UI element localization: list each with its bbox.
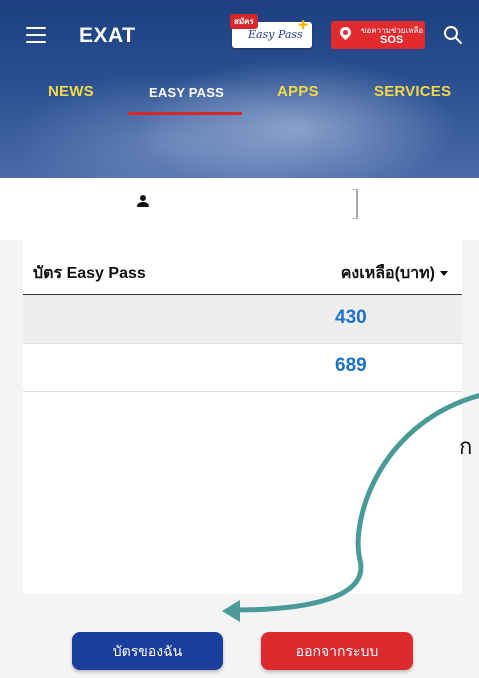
brand-title: EXAT [79, 24, 136, 47]
tab-services[interactable]: SERVICES [374, 83, 451, 100]
person-icon[interactable] [136, 194, 150, 208]
column-balance-label: คงเหลือ(บาท) [340, 265, 435, 282]
active-tab-indicator [128, 112, 242, 115]
table-row[interactable]: 689 [23, 343, 462, 392]
top-bar: EXAT สมัคร Easy Pass ✚ ขอความช่วยเหลือ S… [0, 0, 479, 70]
menu-icon[interactable] [26, 27, 46, 43]
sort-caret-icon [440, 271, 448, 277]
main-nav: NEWS EASY PASS APPS SERVICES [0, 70, 479, 120]
logout-button[interactable]: ออกจากระบบ [261, 632, 413, 670]
balance-value: 430 [335, 307, 367, 328]
easy-pass-logo[interactable]: สมัคร Easy Pass ✚ [230, 14, 312, 48]
tab-news[interactable]: NEWS [48, 83, 94, 100]
sos-label: SOS [380, 34, 404, 46]
easy-pass-logo-text: Easy Pass [248, 28, 303, 41]
scroll-indicator [352, 189, 358, 219]
edge-text: ก [459, 434, 473, 459]
search-icon[interactable] [443, 25, 463, 45]
register-badge: สมัคร [230, 14, 258, 29]
star-icon: ✚ [297, 18, 308, 32]
column-balance[interactable]: คงเหลือ(บาท) [341, 261, 448, 286]
easy-pass-table: บัตร Easy Pass คงเหลือ(บาท) 430 689 [23, 240, 462, 594]
balance-value: 689 [335, 355, 367, 376]
sub-tab-strip [0, 178, 479, 240]
location-pin-icon [337, 24, 354, 41]
tab-easy-pass[interactable]: EASY PASS [149, 85, 224, 100]
column-card: บัตร Easy Pass [33, 265, 146, 282]
tab-apps[interactable]: APPS [277, 83, 319, 100]
my-cards-button[interactable]: บัตรของฉัน [72, 632, 223, 670]
sos-button[interactable]: ขอความช่วยเหลือ SOS [331, 21, 425, 49]
table-row[interactable]: 430 [23, 295, 462, 344]
app-header: EXAT สมัคร Easy Pass ✚ ขอความช่วยเหลือ S… [0, 0, 479, 178]
table-header: บัตร Easy Pass คงเหลือ(บาท) [23, 240, 462, 296]
